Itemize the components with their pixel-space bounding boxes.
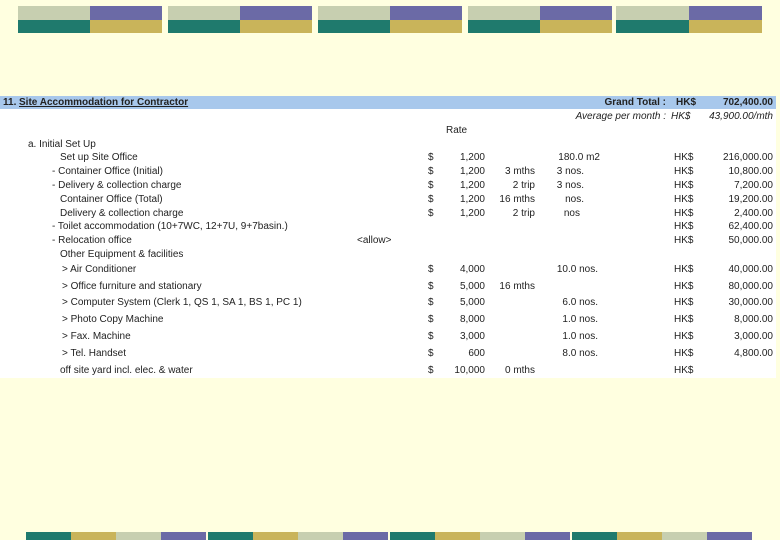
row-description: > Photo Copy Machine — [62, 314, 164, 325]
row-description: Container Office (Total) — [60, 194, 163, 205]
row-amount: 40,000.00 — [728, 264, 774, 275]
row-amount-currency: HK$ — [674, 348, 694, 359]
row-currency-symbol: $ — [428, 166, 434, 177]
row-quantity: nos. — [565, 194, 584, 205]
row-amount-currency: HK$ — [674, 331, 694, 342]
row-quantity: 3 nos. — [556, 166, 584, 177]
row-currency-symbol: $ — [428, 348, 434, 359]
row-currency-symbol: $ — [428, 208, 434, 219]
row-amount-currency: HK$ — [674, 221, 694, 232]
row-quantity: 1.0 nos. — [562, 314, 598, 325]
row-quantity: 180.0 m2 — [558, 152, 600, 163]
row-rate: 1,200 — [459, 152, 485, 163]
row-rate: 1,200 — [459, 208, 485, 219]
row-currency-symbol: $ — [428, 194, 434, 205]
row-currency-symbol: $ — [428, 180, 434, 191]
row-description: Set up Site Office — [60, 152, 138, 163]
row-amount: 7,200.00 — [734, 180, 773, 191]
grand-total-label: Grand Total : — [604, 97, 666, 108]
row-duration: 3 mths — [504, 166, 535, 177]
row-amount-currency: HK$ — [674, 235, 694, 246]
row-duration: 0 mths — [504, 365, 535, 376]
row-allowance-note: <allow> — [357, 235, 392, 246]
row-description: > Tel. Handset — [62, 348, 127, 359]
row-description: Other Equipment & facilities — [60, 249, 184, 260]
row-rate: 1,200 — [459, 194, 485, 205]
section-a-heading: a. Initial Set Up — [28, 139, 96, 150]
section-number: 11. — [3, 97, 17, 108]
deco-tile — [18, 6, 162, 33]
row-amount-currency: HK$ — [674, 166, 694, 177]
deco-tile — [468, 6, 612, 33]
row-quantity: nos — [563, 208, 580, 219]
row-amount: 216,000.00 — [722, 152, 773, 163]
row-amount-currency: HK$ — [674, 152, 694, 163]
row-duration: 2 trip — [512, 208, 535, 219]
row-currency-symbol: $ — [428, 281, 434, 292]
row-description: - Relocation office — [52, 235, 132, 246]
row-amount-currency: HK$ — [674, 194, 694, 205]
row-description: > Air Conditioner — [62, 264, 137, 275]
row-amount: 80,000.00 — [728, 281, 774, 292]
row-currency-symbol: $ — [428, 365, 434, 376]
row-rate: 3,000 — [459, 331, 485, 342]
row-rate: 1,200 — [459, 166, 485, 177]
row-amount-currency: HK$ — [674, 208, 694, 219]
row-description: - Delivery & collection charge — [52, 180, 182, 191]
row-amount: 50,000.00 — [728, 235, 774, 246]
row-description: Delivery & collection charge — [60, 208, 184, 219]
average-currency: HK$ — [671, 111, 691, 122]
row-amount-currency: HK$ — [674, 314, 694, 325]
row-rate: 1,200 — [459, 180, 485, 191]
row-rate: 5,000 — [459, 297, 485, 308]
row-amount: 62,400.00 — [728, 221, 774, 232]
row-description: - Container Office (Initial) — [52, 166, 163, 177]
row-duration: 2 trip — [512, 180, 535, 191]
row-quantity: 8.0 nos. — [562, 348, 598, 359]
row-description: > Computer System (Clerk 1, QS 1, SA 1, … — [62, 297, 302, 308]
row-currency-symbol: $ — [428, 314, 434, 325]
average-value: 43,900.00/mth — [709, 111, 773, 122]
row-quantity: 3 nos. — [556, 180, 584, 191]
grand-total-value: 702,400.00 — [722, 97, 773, 108]
row-duration: 16 mths — [499, 281, 535, 292]
row-amount-currency: HK$ — [674, 281, 694, 292]
row-amount: 8,000.00 — [734, 314, 773, 325]
row-description: > Office furniture and stationary — [62, 281, 202, 292]
row-quantity: 10.0 nos. — [556, 264, 598, 275]
row-quantity: 1.0 nos. — [562, 331, 598, 342]
row-description: - Toilet accommodation (10+7WC, 12+7U, 9… — [52, 221, 288, 232]
grand-total-currency: HK$ — [676, 97, 697, 108]
row-amount: 2,400.00 — [734, 208, 773, 219]
rate-header: Rate — [446, 125, 468, 136]
average-label: Average per month : — [575, 111, 666, 122]
row-rate: 4,000 — [459, 264, 485, 275]
row-rate: 8,000 — [459, 314, 485, 325]
row-amount: 19,200.00 — [728, 194, 774, 205]
row-description: > Fax. Machine — [62, 331, 131, 342]
row-description: off site yard incl. elec. & water — [60, 365, 193, 376]
row-duration: 16 mths — [499, 194, 535, 205]
row-rate: 600 — [468, 348, 485, 359]
row-amount: 30,000.00 — [728, 297, 774, 308]
row-currency-symbol: $ — [428, 297, 434, 308]
row-quantity: 6.0 nos. — [562, 297, 598, 308]
row-currency-symbol: $ — [428, 331, 434, 342]
row-currency-symbol: $ — [428, 152, 434, 163]
row-amount: 3,000.00 — [734, 331, 773, 342]
row-amount: 4,800.00 — [734, 348, 773, 359]
row-rate: 5,000 — [459, 281, 485, 292]
row-amount-currency: HK$ — [674, 297, 694, 308]
section-title: Site Accommodation for Contractor — [19, 97, 189, 108]
row-amount-currency: HK$ — [674, 180, 694, 191]
deco-tile — [168, 6, 312, 33]
row-rate: 10,000 — [454, 365, 485, 376]
row-amount: 10,800.00 — [728, 166, 774, 177]
row-amount-currency: HK$ — [674, 264, 694, 275]
row-currency-symbol: $ — [428, 264, 434, 275]
deco-tile — [318, 6, 462, 33]
row-amount-currency: HK$ — [674, 365, 694, 376]
deco-tile — [616, 6, 762, 33]
